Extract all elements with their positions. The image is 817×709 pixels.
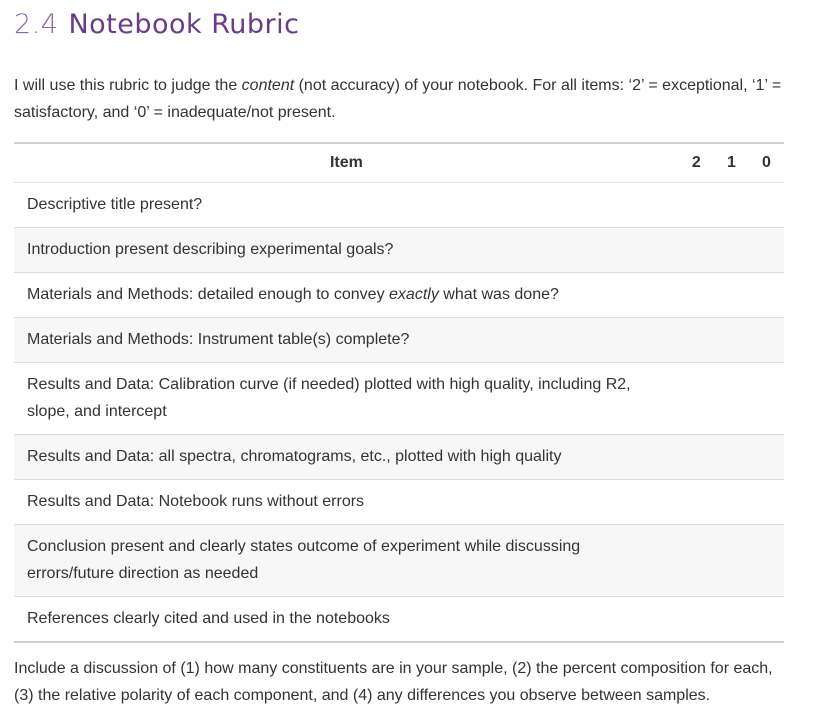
rubric-item-text: Results and Data: Calibration curve (if … <box>27 371 657 425</box>
rubric-item-cell: Results and Data: all spectra, chromatog… <box>14 434 679 480</box>
score-1-cell <box>713 479 749 525</box>
rubric-item-cell: Introduction present describing experime… <box>14 227 679 273</box>
rubric-item-text: References clearly cited and used in the… <box>27 605 657 632</box>
rubric-body: Descriptive title present? Introduction p… <box>14 182 784 643</box>
score-2-cell <box>678 227 714 273</box>
intro-paragraph: I will use this rubric to judge the cont… <box>14 72 784 126</box>
score-2-cell <box>678 524 714 597</box>
section-heading: 2.4 Notebook Rubric <box>14 0 784 54</box>
score-2-cell <box>678 317 714 363</box>
intro-emphasis: content <box>241 77 295 94</box>
rubric-item-cell: References clearly cited and used in the… <box>14 596 679 643</box>
rubric-item-cell: Materials and Methods: detailed enough t… <box>14 272 679 318</box>
score-0-cell <box>748 434 784 480</box>
score-0-cell <box>748 596 784 643</box>
table-row: Materials and Methods: Instrument table(… <box>14 317 784 363</box>
score-0-cell <box>748 227 784 273</box>
closing-paragraph: Include a discussion of (1) how many con… <box>14 660 773 704</box>
rubric-item-cell: Descriptive title present? <box>14 182 679 228</box>
rubric-item-text: Results and Data: all spectra, chromatog… <box>27 443 657 470</box>
score-2-cell <box>678 596 714 643</box>
table-row: Introduction present describing experime… <box>14 227 784 273</box>
rubric-item-text: Materials and Methods: detailed enough t… <box>27 281 657 308</box>
score-0-cell <box>748 182 784 228</box>
rubric-item-text-start: Materials and Methods: Instrument table(… <box>27 331 410 348</box>
score-2-cell <box>678 479 714 525</box>
score-1-column-header: 1 <box>726 154 736 171</box>
score-2-cell <box>678 272 714 318</box>
score-0-cell <box>748 272 784 318</box>
section-number: 2.4 <box>14 9 59 40</box>
table-row: Results and Data: all spectra, chromatog… <box>14 434 784 480</box>
document-page: 2.4 Notebook Rubric I will use this rubri… <box>14 0 784 709</box>
rubric-item-text: Descriptive title present? <box>27 191 657 218</box>
rubric-item-text: Introduction present describing experime… <box>27 236 657 263</box>
rubric-item-text-start: Materials and Methods: detailed enough t… <box>27 286 390 303</box>
table-row: Results and Data: Notebook runs without … <box>14 479 784 525</box>
score-1-cell <box>713 596 749 643</box>
rubric-table: Item 2 1 0 Descriptive title present? Int… <box>14 142 784 643</box>
rubric-item-text-end: what was done? <box>438 286 559 303</box>
score-1-cell <box>713 182 749 228</box>
score-1-cell <box>713 272 749 318</box>
rubric-item-emphasis: exactly <box>389 286 439 303</box>
score-0-cell <box>748 362 784 435</box>
rubric-item-text: Materials and Methods: Instrument table(… <box>27 326 657 353</box>
item-column-header: Item <box>329 154 363 171</box>
section-title: Notebook Rubric <box>68 9 300 40</box>
rubric-item-text-start: Descriptive title present? <box>27 196 203 213</box>
rubric-item-text-start: Introduction present describing experime… <box>27 241 394 258</box>
rubric-item-cell: Results and Data: Notebook runs without … <box>14 479 679 525</box>
score-0-cell <box>748 479 784 525</box>
rubric-item-text-start: Results and Data: Notebook runs without … <box>27 493 365 510</box>
score-2-column-header: 2 <box>691 154 701 171</box>
rubric-item-text: Results and Data: Notebook runs without … <box>27 488 657 515</box>
rubric-item-cell: Results and Data: Calibration curve (if … <box>14 362 679 435</box>
rubric-header-row: Item 2 1 0 <box>14 143 784 183</box>
score-2-cell <box>678 362 714 435</box>
table-row: Materials and Methods: detailed enough t… <box>14 272 784 318</box>
rubric-item-text-start: Results and Data: Calibration curve (if … <box>27 376 631 420</box>
score-2-cell <box>678 434 714 480</box>
score-1-cell <box>713 227 749 273</box>
rubric-item-cell: Materials and Methods: Instrument table(… <box>14 317 679 363</box>
table-row: Conclusion present and clearly states ou… <box>14 524 784 597</box>
score-1-cell <box>713 524 749 597</box>
rubric-item-text: Conclusion present and clearly states ou… <box>27 533 657 587</box>
rubric-item-text-start: References clearly cited and used in the… <box>27 610 390 627</box>
score-0-column-header: 0 <box>762 154 771 171</box>
score-0-cell <box>748 524 784 597</box>
table-row: Descriptive title present? <box>14 182 784 228</box>
score-1-cell <box>713 362 749 435</box>
table-row: Results and Data: Calibration curve (if … <box>14 362 784 435</box>
score-0-cell <box>748 317 784 363</box>
score-1-cell <box>713 434 749 480</box>
table-row: References clearly cited and used in the… <box>14 596 784 643</box>
score-2-cell <box>678 182 714 228</box>
rubric-item-text-start: Results and Data: all spectra, chromatog… <box>27 448 562 465</box>
score-1-cell <box>713 317 749 363</box>
rubric-item-cell: Conclusion present and clearly states ou… <box>14 524 679 597</box>
rubric-item-text-start: Conclusion present and clearly states ou… <box>27 538 581 582</box>
intro-text-start: I will use this rubric to judge the <box>14 77 242 94</box>
